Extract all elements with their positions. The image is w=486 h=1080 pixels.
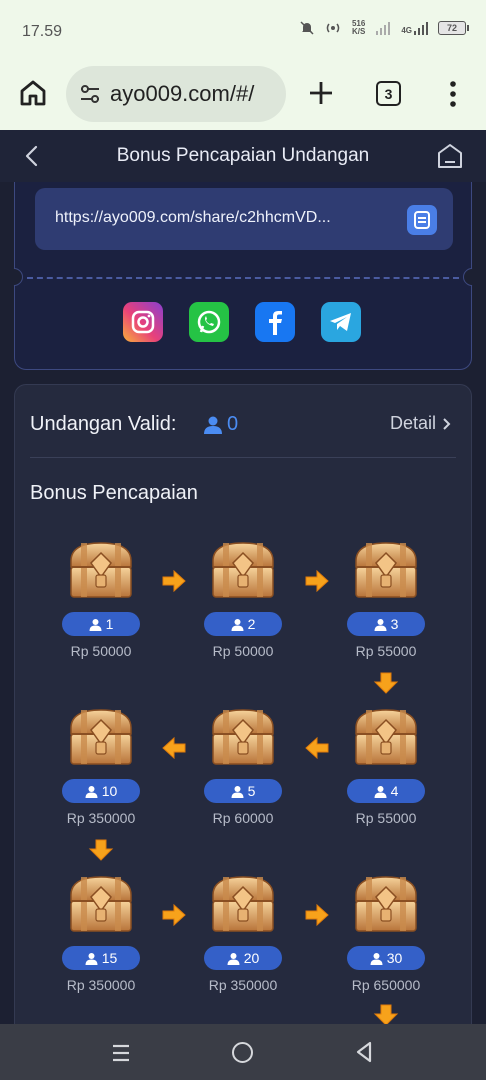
mute-bell-icon bbox=[300, 21, 314, 35]
copy-icon[interactable] bbox=[407, 205, 437, 235]
user-icon bbox=[204, 416, 222, 434]
whatsapp-icon[interactable] bbox=[189, 302, 229, 342]
section-title: Bonus Pencapaian bbox=[30, 482, 198, 504]
browser-bar: ayo009.com/#/ 3 bbox=[0, 62, 486, 130]
treasure-chest-icon[interactable] bbox=[209, 706, 277, 770]
tabs-button[interactable]: 3 bbox=[376, 81, 401, 106]
status-icons: 516 K/S 4G 72 bbox=[300, 19, 469, 36]
treasure-chest-icon[interactable] bbox=[352, 706, 420, 770]
net-speed: 516 K/S bbox=[351, 19, 366, 36]
treasure-chest-icon[interactable] bbox=[209, 873, 277, 937]
share-link[interactable]: https://ayo009.com/share/c2hhcmVD... bbox=[55, 209, 331, 227]
instagram-icon[interactable] bbox=[123, 302, 163, 342]
share-card: https://ayo009.com/share/c2hhcmVD... bbox=[1, 182, 485, 370]
bonus-amount: Rp 60000 bbox=[212, 810, 274, 826]
url-bar[interactable]: ayo009.com/#/ bbox=[66, 66, 286, 122]
more-menu-icon[interactable] bbox=[445, 80, 461, 108]
card-divider bbox=[30, 457, 456, 458]
valid-invites-count: 0 bbox=[227, 413, 239, 435]
system-nav-bar bbox=[0, 1024, 486, 1080]
arrow-down-icon bbox=[88, 839, 114, 861]
invite-count: 2 bbox=[247, 616, 256, 632]
recent-apps-icon[interactable] bbox=[111, 1044, 131, 1062]
app-header: Bonus Pencapaian Undangan bbox=[0, 130, 486, 182]
invite-count: 20 bbox=[243, 950, 260, 966]
site-settings-icon[interactable] bbox=[78, 82, 102, 106]
invite-count: 1 bbox=[105, 616, 114, 632]
arrow-right-icon bbox=[305, 569, 329, 593]
ticket-notch-left bbox=[1, 264, 27, 290]
treasure-chest-icon[interactable] bbox=[67, 539, 135, 603]
invite-count: 4 bbox=[390, 783, 399, 799]
arrow-right-icon bbox=[162, 569, 186, 593]
network-type: 4G bbox=[401, 26, 412, 35]
treasure-chest-icon[interactable] bbox=[352, 873, 420, 937]
arrow-right-icon bbox=[162, 903, 186, 927]
facebook-icon[interactable] bbox=[255, 302, 295, 342]
arrow-left-icon bbox=[162, 736, 186, 760]
signal-icon bbox=[376, 22, 391, 35]
treasure-chest-icon[interactable] bbox=[67, 706, 135, 770]
battery-icon: 72 bbox=[438, 21, 469, 35]
bonus-card: Undangan Valid: 0 Detail Bonus Pencapaia… bbox=[14, 384, 472, 1026]
detail-label[interactable]: Detail bbox=[390, 413, 436, 434]
telegram-icon[interactable] bbox=[321, 302, 361, 342]
hotspot-icon bbox=[326, 23, 340, 33]
status-bar: 17.59 516 K/S 4G 72 bbox=[0, 0, 486, 62]
bonus-amount: Rp 50000 bbox=[70, 643, 132, 659]
invite-count: 5 bbox=[247, 783, 256, 799]
signal-strong-icon bbox=[414, 22, 428, 35]
chevron-right-icon[interactable] bbox=[442, 417, 451, 431]
new-tab-icon[interactable] bbox=[308, 80, 334, 106]
invite-count-badge: 15 bbox=[62, 946, 140, 970]
treasure-chest-icon[interactable] bbox=[352, 539, 420, 603]
arrow-down-icon bbox=[373, 672, 399, 694]
invite-count: 15 bbox=[101, 950, 118, 966]
bonus-amount: Rp 55000 bbox=[355, 643, 417, 659]
invite-count-badge: 2 bbox=[204, 612, 282, 636]
bonus-amount: Rp 50000 bbox=[212, 643, 274, 659]
ticket-notch-right bbox=[459, 264, 485, 290]
detail-link[interactable]: Detail bbox=[390, 413, 451, 434]
bonus-amount: Rp 350000 bbox=[208, 977, 278, 993]
invite-count-badge: 5 bbox=[204, 779, 282, 803]
invite-count: 10 bbox=[101, 783, 118, 799]
invite-count: 3 bbox=[390, 616, 399, 632]
invite-count-badge: 3 bbox=[347, 612, 425, 636]
bonus-amount: Rp 650000 bbox=[351, 977, 421, 993]
nav-home-icon[interactable] bbox=[232, 1042, 253, 1063]
arrow-right-icon bbox=[305, 903, 329, 927]
bonus-amount: Rp 55000 bbox=[355, 810, 417, 826]
invite-count-badge: 1 bbox=[62, 612, 140, 636]
arrow-left-icon bbox=[305, 736, 329, 760]
invite-count-badge: 20 bbox=[204, 946, 282, 970]
home-icon[interactable] bbox=[436, 142, 464, 170]
social-share-row bbox=[123, 302, 361, 342]
nav-back-icon[interactable] bbox=[354, 1041, 374, 1063]
invite-count-badge: 10 bbox=[62, 779, 140, 803]
valid-invites-label: Undangan Valid: bbox=[30, 413, 177, 435]
url-text[interactable]: ayo009.com/#/ bbox=[110, 81, 254, 107]
treasure-chest-icon[interactable] bbox=[67, 873, 135, 937]
bonus-amount: Rp 350000 bbox=[66, 810, 136, 826]
invite-count-badge: 30 bbox=[347, 946, 425, 970]
treasure-chest-icon[interactable] bbox=[209, 539, 277, 603]
dashed-divider bbox=[27, 277, 459, 279]
invite-count: 30 bbox=[386, 950, 403, 966]
bonus-amount: Rp 350000 bbox=[66, 977, 136, 993]
share-link-box[interactable]: https://ayo009.com/share/c2hhcmVD... bbox=[35, 188, 453, 250]
page-title: Bonus Pencapaian Undangan bbox=[116, 145, 370, 166]
status-time: 17.59 bbox=[22, 23, 63, 40]
invite-count-badge: 4 bbox=[347, 779, 425, 803]
home-icon[interactable] bbox=[18, 78, 48, 108]
